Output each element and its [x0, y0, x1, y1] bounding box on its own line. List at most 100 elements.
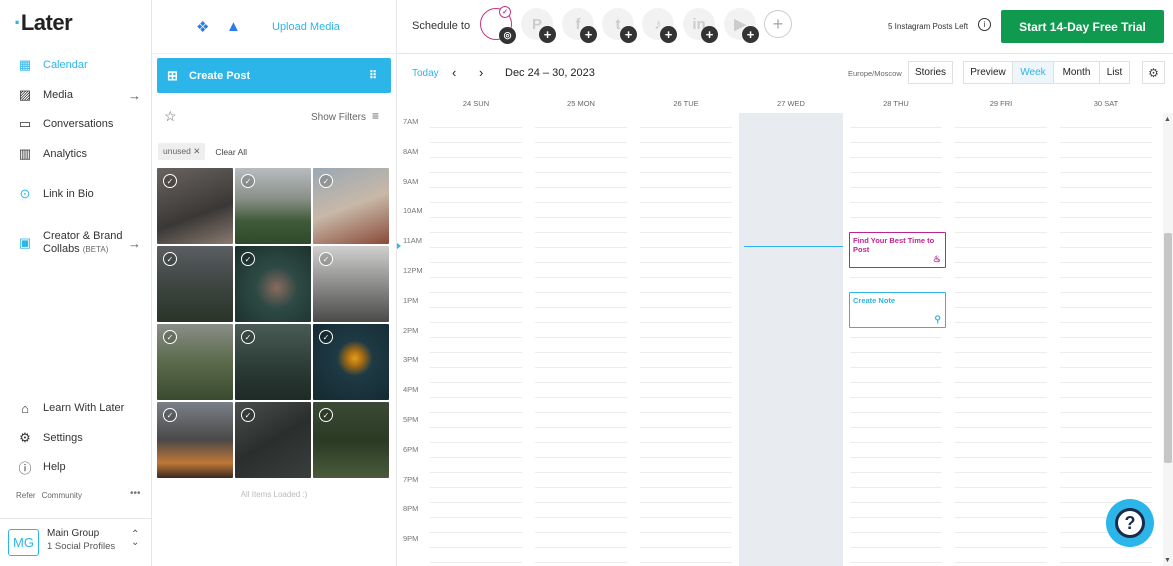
- event-best-time[interactable]: Find Your Best Time to Post ♨: [849, 232, 946, 268]
- instagram-profile[interactable]: ✓ ◎: [480, 6, 516, 44]
- check-icon[interactable]: ✓: [163, 174, 177, 188]
- view-list[interactable]: List: [1099, 61, 1130, 84]
- community-link[interactable]: Community: [42, 491, 82, 500]
- view-month[interactable]: Month: [1053, 61, 1100, 84]
- slot-line: [640, 307, 732, 308]
- view-preview[interactable]: Preview: [963, 61, 1013, 84]
- group-switcher[interactable]: MG Main Group 1 Social Profiles ⌃ ⌄: [0, 518, 151, 566]
- media-thumb[interactable]: ✓: [157, 246, 233, 322]
- scroll-up-icon[interactable]: ▲: [1164, 116, 1171, 123]
- info-icon[interactable]: i: [978, 18, 991, 31]
- sidebar-item-media[interactable]: ▨ Media →: [0, 83, 151, 107]
- day-column[interactable]: [1054, 113, 1158, 566]
- upload-media-link[interactable]: Upload Media: [272, 21, 340, 33]
- day-column[interactable]: [844, 113, 948, 566]
- chevron-left-icon[interactable]: ‹: [452, 65, 456, 80]
- stories-button[interactable]: Stories: [908, 61, 953, 84]
- linkedin-profile[interactable]: in +: [683, 8, 718, 43]
- all-items-loaded: All Items Loaded :): [240, 490, 308, 499]
- refer-link[interactable]: Refer: [16, 491, 36, 500]
- refer-links: Refer Community: [16, 491, 82, 500]
- clear-all-button[interactable]: Clear All: [215, 147, 247, 157]
- scrollbar[interactable]: ▲ ▼: [1163, 113, 1173, 566]
- check-icon[interactable]: ✓: [163, 252, 177, 266]
- media-thumb[interactable]: ✓: [157, 168, 233, 244]
- facebook-profile[interactable]: f +: [562, 8, 597, 43]
- sidebar-item-analytics[interactable]: ▥ Analytics: [0, 142, 151, 166]
- chevron-right-icon[interactable]: ›: [479, 65, 483, 80]
- help-chat-button[interactable]: ?: [1106, 499, 1154, 547]
- time-label: 7PM: [403, 474, 419, 484]
- sidebar-item-settings[interactable]: ⚙ Settings: [0, 426, 151, 450]
- sidebar-item-collabs[interactable]: ▣ Creator & Brand Collabs (BETA) →: [0, 228, 151, 258]
- day-column[interactable]: [634, 113, 738, 566]
- filter-sliders-icon[interactable]: ≡: [372, 109, 379, 123]
- later-logo[interactable]: ·Later: [14, 10, 73, 36]
- slot-line: [535, 127, 627, 128]
- check-icon[interactable]: ✓: [319, 408, 333, 422]
- slot-line: [535, 532, 627, 533]
- media-thumb[interactable]: ✓: [313, 402, 389, 478]
- media-thumb[interactable]: ✓: [313, 324, 389, 400]
- sidebar-item-calendar[interactable]: ▦ Calendar: [0, 53, 151, 77]
- check-icon[interactable]: ✓: [163, 408, 177, 422]
- media-thumb[interactable]: ✓: [313, 168, 389, 244]
- slot-line: [850, 502, 942, 503]
- day-column[interactable]: [739, 113, 843, 566]
- scroll-down-icon[interactable]: ▼: [1164, 557, 1171, 564]
- add-profile-button[interactable]: +: [764, 10, 792, 38]
- youtube-profile[interactable]: ▶ +: [724, 8, 759, 43]
- slot-line: [850, 457, 942, 458]
- sidebar-item-conversations[interactable]: ▭ Conversations: [0, 112, 151, 136]
- slot-line: [535, 202, 627, 203]
- star-icon[interactable]: ☆: [164, 108, 177, 125]
- twitter-profile[interactable]: t +: [602, 8, 637, 43]
- pinterest-profile[interactable]: P +: [521, 8, 556, 43]
- check-icon[interactable]: ✓: [241, 330, 255, 344]
- media-thumb[interactable]: ✓: [235, 246, 311, 322]
- dropbox-icon[interactable]: ❖: [196, 18, 214, 36]
- slot-line: [640, 157, 732, 158]
- slot-line: [640, 382, 732, 383]
- view-week[interactable]: Week: [1012, 61, 1054, 84]
- slot-line: [955, 547, 1047, 548]
- check-icon[interactable]: ✓: [241, 408, 255, 422]
- drag-grip-icon[interactable]: ⠿: [369, 69, 378, 82]
- slot-line: [640, 262, 732, 263]
- today-button[interactable]: Today: [412, 68, 439, 79]
- check-icon[interactable]: ✓: [319, 252, 333, 266]
- slot-line: [1060, 322, 1152, 323]
- check-icon[interactable]: ✓: [319, 330, 333, 344]
- tiktok-profile[interactable]: ♪ +: [642, 8, 677, 43]
- event-create-note[interactable]: Create Note ⚲: [849, 292, 946, 328]
- start-trial-button[interactable]: Start 14-Day Free Trial: [1001, 10, 1164, 43]
- filter-chip[interactable]: unused ✕: [158, 143, 206, 160]
- media-thumb[interactable]: ✓: [313, 246, 389, 322]
- sidebar-item-link-in-bio[interactable]: ⊙ Link in Bio: [0, 182, 151, 206]
- media-thumb[interactable]: ✓: [235, 324, 311, 400]
- slot-line: [535, 142, 627, 143]
- timezone-label[interactable]: Europe/Moscow: [848, 69, 902, 78]
- show-filters-button[interactable]: Show Filters: [311, 112, 366, 123]
- check-icon[interactable]: ✓: [163, 330, 177, 344]
- slot-line: [640, 457, 732, 458]
- more-icon[interactable]: •••: [130, 488, 141, 499]
- day-column[interactable]: [529, 113, 633, 566]
- sidebar-item-learn[interactable]: ⌂ Learn With Later: [0, 396, 151, 420]
- media-thumb[interactable]: ✓: [235, 402, 311, 478]
- calendar-settings-icon[interactable]: ⚙: [1142, 61, 1165, 84]
- slot-line: [640, 202, 732, 203]
- check-icon[interactable]: ✓: [319, 174, 333, 188]
- sidebar-item-help[interactable]: ⓘ Help: [0, 455, 151, 479]
- day-column[interactable]: [424, 113, 528, 566]
- google-drive-icon[interactable]: ▲: [226, 18, 244, 35]
- day-column[interactable]: [949, 113, 1053, 566]
- check-icon[interactable]: ✓: [241, 174, 255, 188]
- media-thumb[interactable]: ✓: [157, 402, 233, 478]
- media-thumb[interactable]: ✓: [157, 324, 233, 400]
- create-post-button[interactable]: ⊞ Create Post ⠿: [157, 58, 391, 93]
- scrollbar-thumb[interactable]: [1164, 233, 1172, 463]
- media-thumb[interactable]: ✓: [235, 168, 311, 244]
- slot-line: [640, 127, 732, 128]
- check-icon[interactable]: ✓: [241, 252, 255, 266]
